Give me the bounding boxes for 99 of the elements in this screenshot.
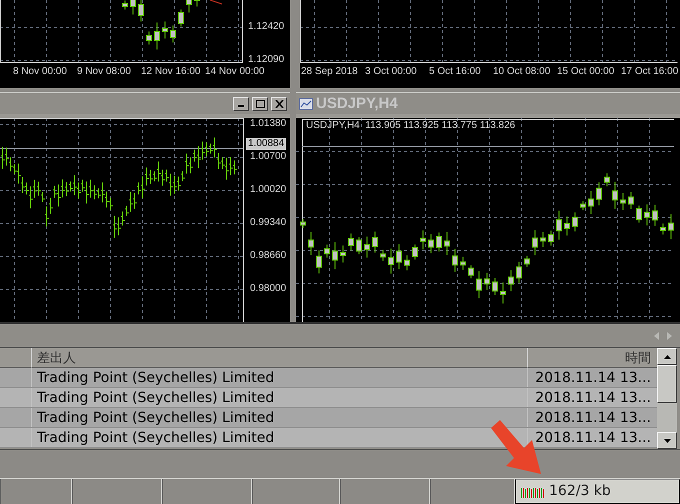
candlestick: [636, 205, 642, 224]
candlestick: [564, 216, 570, 236]
table-cell-text: 2018.11.14 13...: [534, 409, 652, 427]
candlestick: [356, 236, 362, 255]
price-label: 0.98660: [250, 251, 286, 261]
table-cell-text: 2018.11.14 13...: [534, 429, 652, 447]
close-button[interactable]: [271, 96, 287, 110]
candlestick: [476, 270, 482, 299]
candlestick: [308, 232, 314, 256]
time-label: 3 Oct 00:00: [365, 67, 417, 77]
candlestick: [178, 9, 184, 27]
window-title: USDJPY,H4: [316, 96, 398, 111]
time-label: 15 Oct 00:00: [557, 67, 614, 77]
price-label: 1.12090: [248, 55, 284, 65]
candlestick: [620, 192, 626, 211]
candlestick: [444, 232, 450, 256]
candlestick: [516, 261, 522, 284]
candlestick: [412, 244, 418, 260]
current-price-tag: 1.00884: [246, 138, 286, 150]
candlestick: [122, 0, 128, 10]
time-label: 28 Sep 2018: [301, 67, 358, 77]
time-label: 9 Nov 08:00: [77, 67, 131, 77]
candlestick: [170, 25, 176, 43]
candlestick: [508, 270, 514, 292]
candlestick: [612, 181, 618, 210]
candlestick: [404, 254, 410, 271]
scrollbar[interactable]: [657, 348, 677, 449]
minimize-icon: [238, 105, 244, 107]
time-label: 12 Nov 16:00: [141, 67, 200, 77]
price-label: 0.98000: [250, 284, 286, 294]
time-label: 8 Nov 00:00: [13, 67, 67, 77]
candlestick: [484, 272, 490, 290]
candlestick: [146, 31, 152, 45]
candlestick: [194, 0, 200, 7]
time-label: 10 Oct 08:00: [493, 67, 550, 77]
signal-bars-icon: [521, 486, 545, 498]
table-cell-text: 2018.11.14 13...: [534, 369, 652, 387]
candlestick: [452, 248, 458, 272]
candlestick: [154, 22, 160, 50]
time-label: 17 Oct 16:00: [621, 67, 678, 77]
up-arrow-icon: [664, 354, 670, 358]
candlestick: [364, 236, 370, 258]
candlestick: [500, 282, 506, 304]
candlestick: [130, 0, 136, 15]
chart-info-text: USDJPY,H4 113.905 113.925 113.775 113.826: [306, 121, 516, 131]
minimize-button[interactable]: [233, 96, 249, 110]
scroll-up-button[interactable]: [657, 348, 677, 365]
candlestick: [596, 182, 602, 206]
candlestick: [436, 232, 442, 252]
candlestick: [420, 230, 426, 250]
candlestick: [460, 256, 466, 270]
candlestick: [348, 233, 354, 251]
candlestick: [324, 244, 330, 258]
candlestick: [316, 250, 322, 274]
scroll-thumb[interactable]: [657, 365, 677, 403]
table-cell: Trading Point (Seychelles) Limited: [32, 388, 528, 407]
candlestick: [540, 232, 546, 248]
scroll-down-button[interactable]: [657, 432, 677, 449]
candlestick: [668, 214, 674, 240]
candlestick: [372, 231, 378, 254]
chart-window-icon: [299, 98, 313, 110]
price-label: 0.99340: [250, 218, 286, 228]
candlestick: [138, 0, 144, 22]
candlestick: [524, 255, 530, 268]
candlestick: [660, 223, 666, 236]
price-label: 1.00700: [250, 152, 286, 162]
maximize-icon: [256, 100, 264, 108]
candlestick: [340, 245, 346, 264]
candlestick: [428, 234, 434, 254]
table-cell: Trading Point (Seychelles) Limited: [32, 368, 528, 387]
indicator-line: [210, 0, 222, 4]
candlestick: [162, 21, 168, 39]
candlestick: [548, 230, 554, 246]
price-label: 1.00020: [250, 185, 286, 195]
price-label: 1.01380: [250, 119, 286, 129]
candlestick: [604, 172, 610, 187]
down-arrow-icon: [664, 438, 670, 442]
table-cell-text: 2018.11.14 13...: [534, 389, 652, 407]
candlestick: [580, 200, 586, 211]
candlestick: [652, 204, 658, 226]
candlestick: [644, 204, 650, 226]
candlestick: [532, 230, 538, 256]
candlestick: [588, 190, 594, 215]
candlestick: [332, 242, 338, 270]
candlestick: [380, 249, 386, 262]
candlestick: [572, 212, 578, 232]
candlestick: [396, 244, 402, 270]
time-label: 14 Nov 00:00: [205, 67, 264, 77]
close-icon: [274, 100, 284, 108]
candlestick: [492, 278, 498, 296]
candlestick: [186, 0, 192, 13]
candlestick: [556, 210, 562, 240]
candlestick: [628, 192, 634, 210]
time-label: 5 Oct 16:00: [429, 67, 481, 77]
maximize-button[interactable]: [252, 96, 268, 110]
price-label: 1.12420: [248, 22, 284, 32]
traffic-counter: 162/3 kb: [549, 482, 611, 501]
candlestick: [388, 248, 394, 274]
candlestick: [468, 264, 474, 279]
